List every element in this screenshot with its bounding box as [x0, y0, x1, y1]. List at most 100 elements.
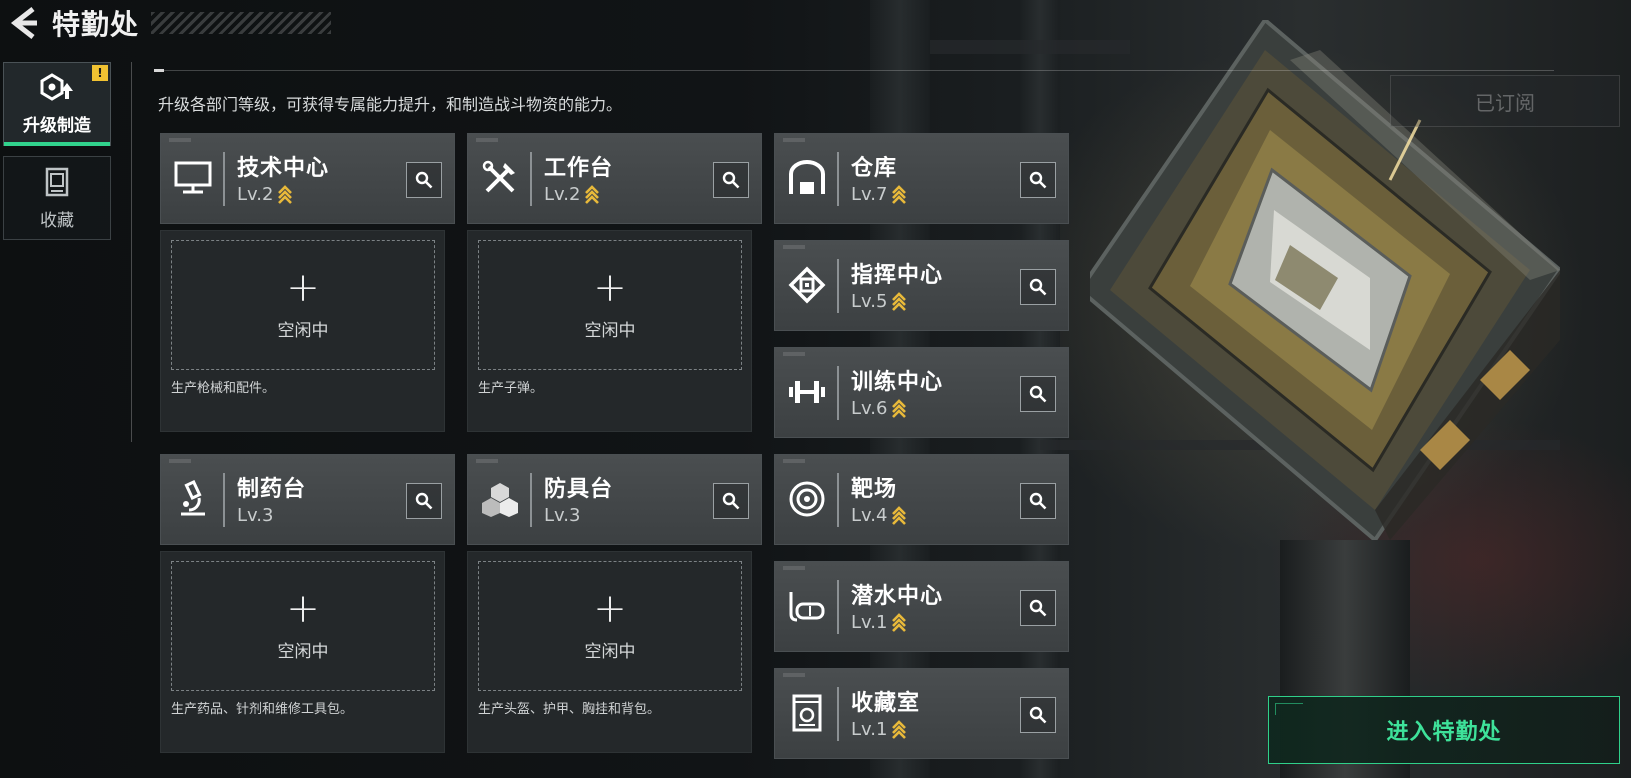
enter-special-ops-button[interactable]: 进入特勤处	[1268, 696, 1620, 764]
facility-card-command-center[interactable]: 指挥中心 Lv.5	[774, 240, 1069, 331]
add-icon: +	[593, 264, 627, 311]
inspect-button[interactable]	[713, 483, 749, 519]
facility-level: Lv.1	[851, 612, 907, 633]
production-description: 生产子弹。	[478, 381, 544, 396]
production-panel-armor-bench: + 空闲中 生产头盔、护甲、胸挂和背包。	[467, 551, 752, 753]
card-separator	[837, 687, 839, 741]
inspect-button[interactable]	[1020, 483, 1056, 519]
diving-mask-icon	[787, 586, 827, 626]
facility-name: 技术中心	[237, 156, 330, 181]
monitor-icon	[173, 158, 213, 198]
magnifier-icon	[1029, 492, 1047, 510]
enter-button-label: 进入特勤处	[1386, 720, 1502, 745]
add-icon: +	[593, 585, 627, 632]
inspect-button[interactable]	[1020, 697, 1056, 733]
facility-name: 收藏室	[851, 691, 921, 716]
card-separator	[223, 473, 225, 527]
facility-card-diving-center[interactable]: 潜水中心 Lv.1	[774, 561, 1069, 652]
slot-status: 空闲中	[584, 641, 636, 662]
upgrade-craft-icon	[40, 72, 73, 101]
card-separator	[837, 473, 839, 527]
upgrade-chevron-icon	[278, 184, 293, 205]
production-slot[interactable]: + 空闲中	[478, 240, 742, 370]
magnifier-icon	[1029, 706, 1047, 724]
facility-card-pharmacy[interactable]: 制药台 Lv.3	[160, 454, 455, 545]
magnifier-icon	[1029, 385, 1047, 403]
slot-status: 空闲中	[277, 320, 329, 341]
slot-status: 空闲中	[584, 320, 636, 341]
facility-level: Lv.6	[851, 398, 907, 419]
inspect-button[interactable]	[406, 162, 442, 198]
production-description: 生产枪械和配件。	[171, 381, 276, 396]
level-text: Lv.7	[851, 184, 888, 205]
card-decoration	[783, 138, 805, 142]
target-icon	[787, 479, 827, 519]
tab-upgrade-craft[interactable]: ! 升级制造	[3, 62, 111, 146]
production-slot[interactable]: + 空闲中	[171, 561, 435, 691]
tab-label: 升级制造	[23, 115, 91, 136]
tab-collection[interactable]: 收藏	[3, 156, 111, 240]
level-text: Lv.5	[851, 291, 888, 312]
subscribed-button[interactable]: 已订阅	[1390, 75, 1620, 127]
header-divider	[154, 69, 1554, 72]
magnifier-icon	[415, 492, 433, 510]
card-decoration	[783, 673, 805, 677]
facility-name: 训练中心	[851, 370, 944, 395]
card-decoration	[783, 566, 805, 570]
upgrade-chevron-icon	[892, 505, 907, 526]
alert-badge: !	[92, 65, 108, 81]
button-decoration	[1275, 703, 1303, 715]
card-separator	[837, 580, 839, 634]
card-decoration	[783, 459, 805, 463]
facility-level: Lv.2	[544, 184, 600, 205]
upgrade-chevron-icon	[585, 184, 600, 205]
card-decoration	[169, 459, 191, 463]
page-title: 特勤处	[52, 8, 140, 41]
inspect-button[interactable]	[1020, 162, 1056, 198]
facility-card-armor-bench[interactable]: 防具台 Lv.3	[467, 454, 762, 545]
inspect-button[interactable]	[713, 162, 749, 198]
back-arrow-icon	[10, 7, 37, 39]
card-separator	[837, 366, 839, 420]
magnifier-icon	[1029, 599, 1047, 617]
facility-card-warehouse[interactable]: 仓库 Lv.7	[774, 133, 1069, 224]
magnifier-icon	[722, 171, 740, 189]
production-panel-workbench: + 空闲中 生产子弹。	[467, 230, 752, 432]
tools-icon	[480, 158, 520, 198]
level-text: Lv.3	[237, 505, 274, 526]
facility-card-training-center[interactable]: 训练中心 Lv.6	[774, 347, 1069, 438]
level-text: Lv.1	[851, 719, 888, 740]
back-button[interactable]	[4, 3, 44, 43]
facility-level: Lv.3	[237, 505, 273, 526]
production-description: 生产药品、针剂和维修工具包。	[171, 702, 354, 717]
collection-room-icon	[787, 693, 827, 733]
inspect-button[interactable]	[406, 483, 442, 519]
inspect-button[interactable]	[1020, 590, 1056, 626]
facility-card-workbench[interactable]: 工作台 Lv.2	[467, 133, 762, 224]
inspect-button[interactable]	[1020, 376, 1056, 412]
upgrade-chevron-icon	[892, 719, 907, 740]
inspect-button[interactable]	[1020, 269, 1056, 305]
title-decoration	[151, 12, 332, 34]
upgrade-chevron-icon	[892, 612, 907, 633]
card-decoration	[476, 459, 498, 463]
facility-level: Lv.3	[544, 505, 580, 526]
production-slot[interactable]: + 空闲中	[171, 240, 435, 370]
magnifier-icon	[415, 171, 433, 189]
facility-card-collection-room[interactable]: 收藏室 Lv.1	[774, 668, 1069, 759]
page-subtitle: 升级各部门等级，可获得专属能力提升，和制造战斗物资的能力。	[158, 95, 623, 114]
top-bar: 特勤处	[0, 0, 360, 46]
production-slot[interactable]: + 空闲中	[478, 561, 742, 691]
facility-name: 潜水中心	[851, 584, 944, 609]
warehouse-icon	[787, 158, 827, 198]
facility-name: 指挥中心	[851, 263, 944, 288]
magnifier-icon	[722, 492, 740, 510]
level-text: Lv.4	[851, 505, 888, 526]
magnifier-icon	[1029, 171, 1047, 189]
card-separator	[837, 259, 839, 313]
facility-card-shooting-range[interactable]: 靶场 Lv.4	[774, 454, 1069, 545]
level-text: Lv.1	[851, 612, 888, 633]
card-separator	[223, 152, 225, 206]
facility-card-tech-center[interactable]: 技术中心 Lv.2	[160, 133, 455, 224]
card-decoration	[783, 352, 805, 356]
